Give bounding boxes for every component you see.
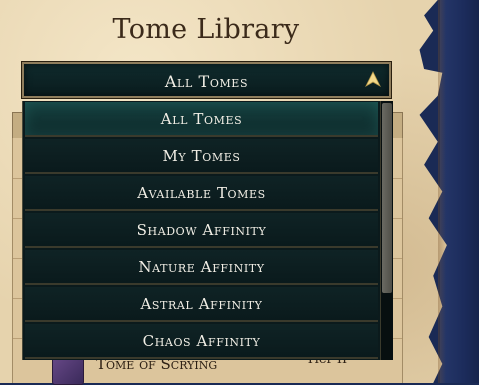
dropdown-option-my-tomes[interactable]: My Tomes [25,139,378,174]
dropdown-option-chaos-affinity[interactable]: Chaos Affinity [25,324,378,359]
option-label: Shadow Affinity [136,221,267,239]
dropdown-option-available-tomes[interactable]: Available Tomes [25,176,378,211]
option-label: Astral Affinity [140,295,263,313]
dropdown-option-all-tomes[interactable]: All Tomes [25,102,378,137]
option-label: All Tomes [160,110,243,128]
page-title: Tome Library [112,14,300,45]
tome-filter-dropdown[interactable]: All Tomes [22,62,391,98]
dropdown-option-astral-affinity[interactable]: Astral Affinity [25,287,378,322]
option-label: Chaos Affinity [142,332,261,350]
parchment-torn-edge [438,0,446,383]
option-label: My Tomes [162,147,241,165]
dropdown-option-nature-affinity[interactable]: Nature Affinity [25,250,378,285]
option-label: Available Tomes [137,184,266,202]
dropdown-selected-label: All Tomes [164,72,249,91]
chevron-up-icon[interactable] [365,71,381,89]
dropdown-scrollbar[interactable] [380,101,393,360]
option-label: Nature Affinity [138,258,265,276]
scrollbar-thumb[interactable] [382,103,392,293]
dropdown-options-list: All Tomes My Tomes Available Tomes Shado… [22,101,381,360]
dropdown-option-shadow-affinity[interactable]: Shadow Affinity [25,213,378,248]
